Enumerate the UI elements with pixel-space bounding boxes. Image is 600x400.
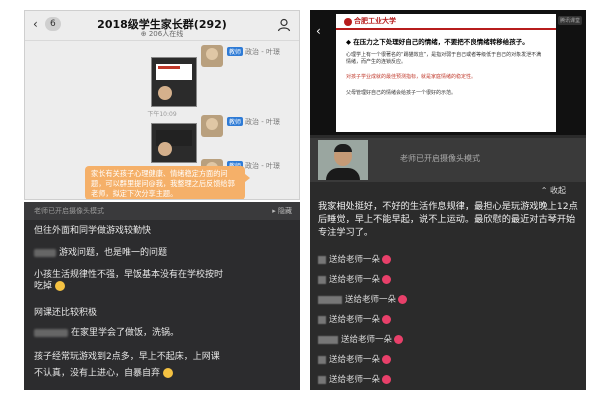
flower-icon: [394, 335, 404, 344]
sender-label: 教师政治 - 叶璟: [227, 47, 280, 56]
slide-divider: [336, 28, 556, 30]
online-count: ⊕ 206人在线: [140, 30, 184, 38]
parent-message: 我家相处挺好，不好的生活作息规律，最担心是玩游戏晚上12点后睡觉，早上不能早起，…: [318, 201, 578, 238]
teacher-camera-video[interactable]: [318, 140, 368, 180]
gift-message: 送给老师一朵: [318, 333, 404, 345]
flower-icon: [382, 375, 392, 384]
hide-button[interactable]: ▸ 隐藏: [272, 202, 292, 220]
flower-icon: [382, 255, 392, 264]
slide-paragraph: 父母管理好自己的情绪会给孩子一个很好的示范。: [346, 90, 457, 96]
gift-message: 送给老师一朵: [318, 353, 392, 365]
lecture-slide: 合肥工业大学 ◆ 在压力之下处理好自己的情绪，不要把不良情绪转移给孩子。 心理学…: [336, 14, 556, 132]
slide-paragraph-highlight: 对孩子学业成就的最佳预测指标，就是家庭情绪的稳定性。: [346, 74, 477, 80]
platform-badge: 腾讯课堂: [557, 16, 582, 25]
slide-heading: ◆ 在压力之下处理好自己的情绪，不要把不良情绪转移给孩子。: [346, 38, 529, 46]
university-logo-icon: [344, 18, 352, 26]
chat-header: ‹ 6 2018级学生家长群(292) ⊕ 206人在线: [25, 11, 299, 41]
camera-mode-text: 老师已开启摄像头模式: [400, 154, 480, 163]
camera-mode-header: 老师已开启摄像头模式 ▸ 隐藏: [24, 202, 300, 220]
image-message[interactable]: [151, 57, 197, 107]
gift-message: 送给老师一朵: [318, 273, 392, 285]
live-comment-panel: 老师已开启摄像头模式 ▸ 隐藏 但往外面和同学做游戏较勤快 游戏问题，也是唯一的…: [24, 202, 300, 390]
blurred-username: [34, 328, 68, 337]
text-message-bubble[interactable]: 家长有关孩子心理健康、情绪稳定方面的问题，可以群里提问@我，我整理之后反馈给郭老…: [85, 166, 250, 199]
avatar[interactable]: [201, 115, 223, 137]
wechat-group-chat: ‹ 6 2018级学生家长群(292) ⊕ 206人在线 教师 政治 - 叶璟 下…: [24, 10, 300, 200]
gift-message: 送给老师一朵: [318, 253, 392, 265]
image-message[interactable]: [151, 123, 197, 163]
gift-message: 送给老师一朵: [318, 293, 408, 305]
comment-line: 孩子经常玩游戏到2点多，早上不起床，上网课: [34, 352, 220, 362]
group-members-icon[interactable]: [277, 18, 291, 32]
flower-icon: [382, 355, 392, 364]
flower-icon: [398, 295, 408, 304]
gift-message: 送给老师一朵: [318, 373, 392, 385]
emoji-icon: [54, 281, 65, 291]
screenshot-collage: ‹ 6 2018级学生家长群(292) ⊕ 206人在线 教师 政治 - 叶璟 下…: [0, 0, 600, 400]
camera-tile: 老师已开启摄像头模式: [310, 138, 586, 182]
flower-icon: [382, 315, 392, 324]
emoji-icon: [162, 368, 173, 378]
avatar[interactable]: [201, 45, 223, 67]
comment-line: 不认真，没有上进心，自暴自弃: [34, 368, 173, 380]
blurred-username: [34, 248, 56, 257]
live-class-view: ‹ 合肥工业大学 ◆ 在压力之下处理好自己的情绪，不要把不良情绪转移给孩子。 心…: [310, 10, 586, 390]
flower-icon: [382, 275, 392, 284]
comment-line: 但往外面和同学做游戏较勤快: [34, 226, 152, 236]
comment-line: 网课还比较积极: [34, 308, 98, 318]
camera-mode-text: 老师已开启摄像头模式: [34, 207, 104, 215]
university-name: 合肥工业大学: [354, 17, 396, 25]
collapse-button[interactable]: ⌃ 收起: [541, 185, 566, 196]
back-icon[interactable]: ‹: [316, 24, 321, 38]
slide-area: ‹ 合肥工业大学 ◆ 在压力之下处理好自己的情绪，不要把不良情绪转移给孩子。 心…: [310, 10, 586, 135]
comment-line: 在家里学会了做饭，洗锅。: [34, 328, 179, 339]
slide-paragraph: 心理学上有一个很著名的“踢猫效应”，是指对弱于自己或者等级低于自己的对象发泄不满…: [346, 52, 542, 65]
comment-line: 游戏问题，也是唯一的问题: [34, 248, 167, 259]
comment-line: 小孩生活规律性不强，早饭基本没有在学校按时吃掉: [34, 270, 224, 292]
sender-label: 教师政治 - 叶璟: [227, 117, 280, 126]
gift-message: 送给老师一朵: [318, 313, 392, 325]
